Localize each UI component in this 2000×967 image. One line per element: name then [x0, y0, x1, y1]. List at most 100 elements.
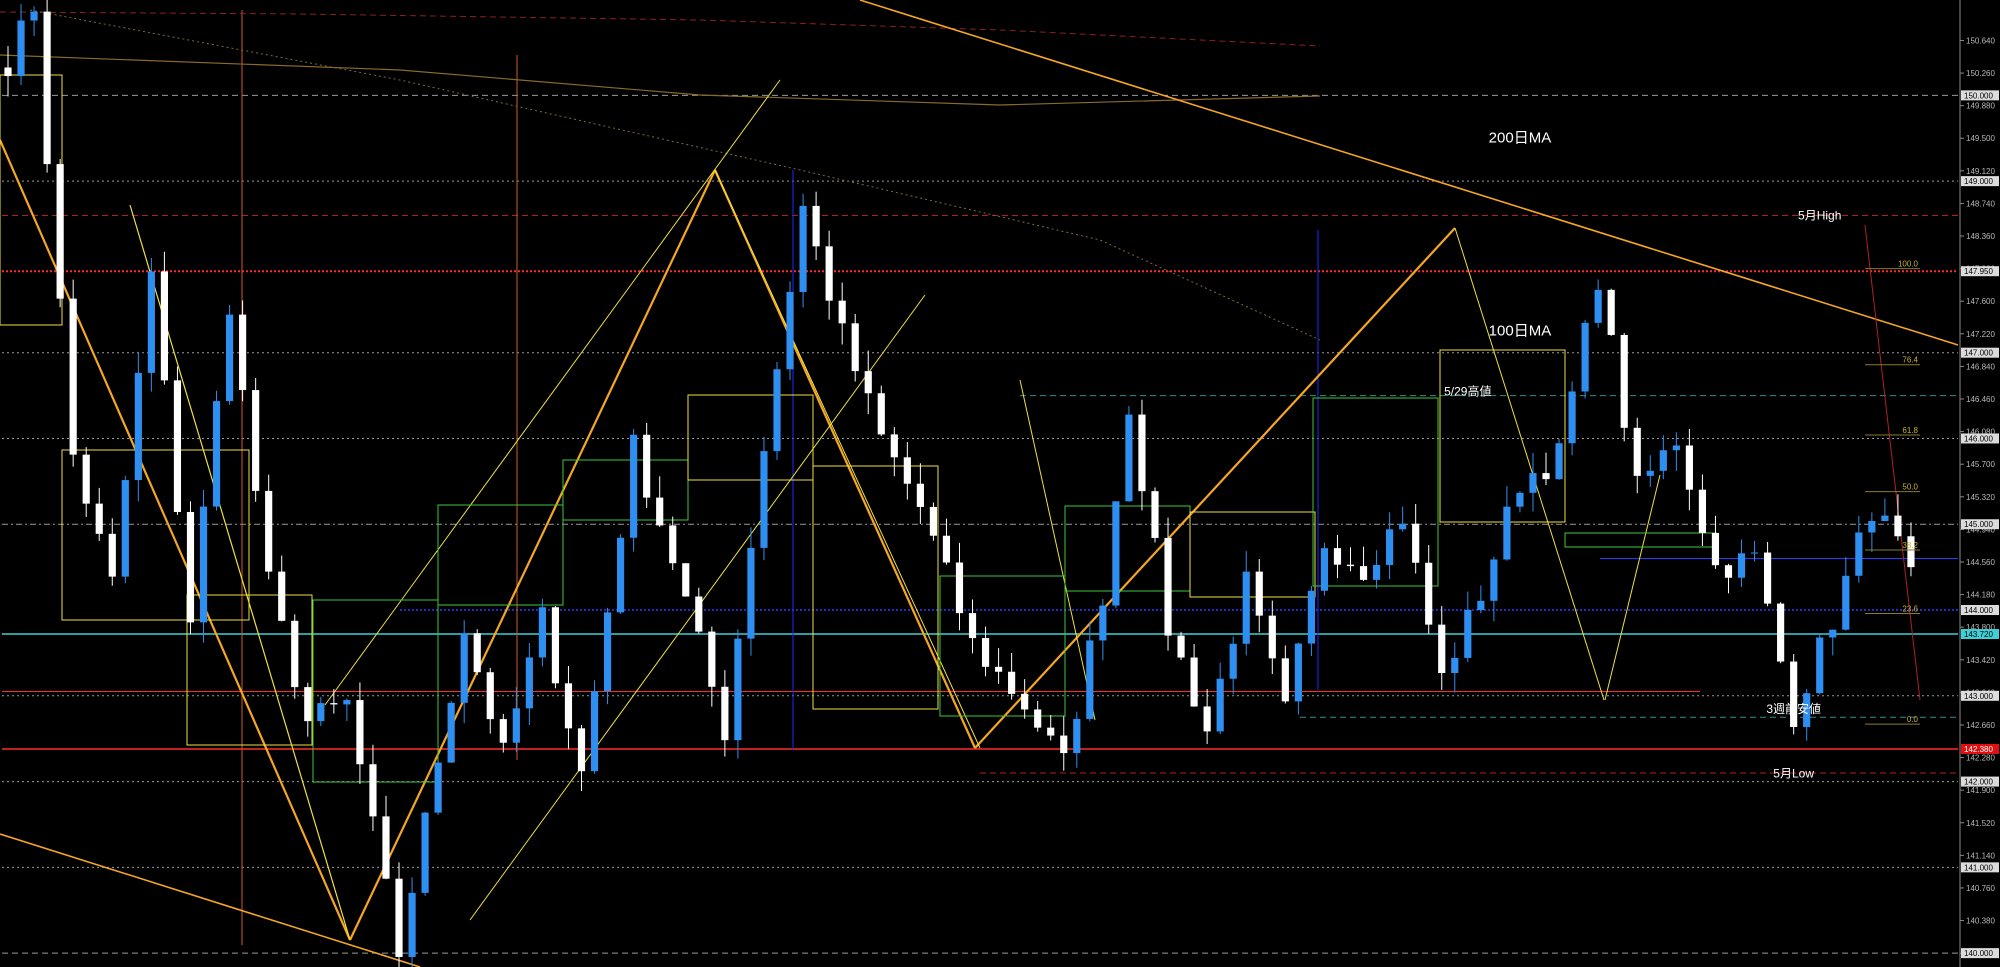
candle-body-94 — [1229, 643, 1237, 679]
candle-body-43 — [564, 683, 573, 729]
candle-body-140 — [1829, 629, 1837, 638]
candle-body-90 — [1177, 635, 1185, 658]
axis-tick-label-22: 142.280 — [1966, 754, 1995, 763]
level-tag-label-7: 143.720 — [1964, 630, 1993, 639]
candle-body-46 — [603, 612, 612, 692]
candle-body-4 — [56, 164, 64, 299]
candle-body-56 — [734, 638, 742, 741]
candle-body-69 — [903, 457, 911, 484]
candle-body-141 — [1842, 575, 1850, 630]
candle-body-41 — [538, 607, 546, 658]
candle-body-87 — [1138, 414, 1146, 492]
candle-body-50 — [656, 497, 664, 526]
candle-body-124 — [1620, 334, 1628, 428]
candle-body-32 — [421, 812, 429, 893]
candle-body-86 — [1125, 414, 1133, 502]
candle-body-97 — [1268, 615, 1276, 659]
level-tag-label-0: 150.000 — [1964, 91, 1993, 100]
candle-body-132 — [1724, 565, 1733, 578]
candle-body-19 — [252, 390, 260, 491]
candle-body-111 — [1451, 657, 1459, 674]
chart-background — [0, 0, 2000, 967]
candle-body-101 — [1320, 548, 1329, 591]
level-tag-label-9: 142.380 — [1964, 745, 1993, 754]
axis-tick-label-24: 141.520 — [1966, 819, 1995, 828]
fib-label-4: 38.2 — [1902, 541, 1918, 550]
candle-body-23 — [304, 687, 312, 722]
annotation-4: 3週前安値 — [1766, 701, 1821, 716]
candle-body-89 — [1164, 537, 1172, 636]
candle-body-49 — [643, 434, 651, 498]
candle-body-122 — [1594, 289, 1602, 323]
candle-body-116 — [1516, 492, 1524, 507]
axis-tick-label-2: 149.880 — [1966, 102, 1995, 111]
annotation-3: 5/29高値 — [1444, 384, 1491, 399]
level-tag-label-5: 145.000 — [1964, 520, 1993, 529]
candle-body-7 — [95, 503, 103, 534]
candle-body-142 — [1855, 532, 1863, 576]
candle-body-106 — [1386, 529, 1394, 565]
candle-body-127 — [1659, 450, 1667, 471]
candle-body-65 — [851, 323, 859, 372]
candle-body-110 — [1438, 624, 1446, 674]
axis-tick-label-21: 142.660 — [1966, 721, 1995, 730]
level-tag-label-11: 141.000 — [1964, 863, 1993, 872]
candle-body-60 — [786, 291, 794, 370]
annotation-1: 5月High — [1798, 209, 1841, 223]
candle-body-109 — [1425, 562, 1433, 625]
level-tag-label-4: 146.000 — [1964, 434, 1993, 443]
candle-body-68 — [890, 434, 898, 458]
candle-body-115 — [1503, 506, 1511, 560]
candle-body-53 — [695, 596, 703, 632]
candle-body-47 — [617, 537, 625, 613]
candle-body-82 — [1073, 718, 1081, 754]
axis-tick-label-3: 149.500 — [1966, 134, 1995, 143]
axis-tick-label-11: 146.460 — [1966, 395, 1995, 404]
level-tag-label-3: 147.000 — [1964, 349, 1993, 358]
candle-body-95 — [1242, 571, 1250, 644]
candle-body-104 — [1359, 566, 1368, 580]
candle-body-5 — [69, 298, 77, 455]
candle-body-72 — [942, 535, 951, 563]
candle-body-133 — [1737, 553, 1746, 578]
candle-body-1 — [17, 20, 25, 77]
candle-body-78 — [1021, 693, 1029, 710]
candle-body-17 — [225, 314, 234, 402]
candle-body-30 — [395, 878, 403, 957]
candle-body-108 — [1412, 523, 1420, 563]
candle-body-123 — [1607, 289, 1615, 335]
candle-body-22 — [291, 620, 299, 688]
candle-body-80 — [1047, 727, 1055, 736]
fib-label-0: 100.0 — [1898, 260, 1919, 269]
price-axis[interactable]: 150.640 150.260 149.880 149.500 149.120 148.7… — [1959, 0, 2000, 967]
axis-tick-label-25: 141.140 — [1966, 851, 1995, 860]
candle-body-71 — [929, 506, 937, 536]
candle-body-15 — [199, 506, 208, 623]
candle-body-77 — [1008, 671, 1016, 694]
axis-tick-label-4: 149.120 — [1966, 167, 1995, 176]
price-chart[interactable]: 200日MA5月High100日MA5/29高値3週前安値5月Low2024 安… — [0, 0, 2000, 967]
candle-body-39 — [512, 708, 520, 743]
candle-body-83 — [1086, 640, 1094, 719]
candle-body-139 — [1816, 637, 1824, 694]
candle-body-34 — [447, 702, 455, 763]
axis-tick-label-0: 150.640 — [1966, 36, 1995, 45]
candle-body-107 — [1399, 523, 1407, 530]
candle-body-10 — [134, 372, 142, 481]
candle-body-24 — [317, 703, 325, 722]
fib-label-3: 50.0 — [1902, 483, 1918, 492]
level-tag-label-2: 147.950 — [1964, 267, 1993, 276]
candle-body-45 — [590, 691, 599, 772]
candle-body-61 — [799, 205, 807, 292]
candle-body-119 — [1555, 443, 1563, 480]
fib-label-6: 0.0 — [1907, 715, 1919, 724]
candle-body-74 — [968, 613, 977, 639]
candle-body-0 — [4, 67, 12, 77]
candle-body-36 — [473, 633, 481, 673]
candle-body-21 — [278, 571, 286, 621]
candle-body-55 — [721, 686, 729, 741]
candle-body-44 — [577, 728, 586, 772]
axis-tick-label-13: 145.700 — [1966, 460, 1995, 469]
candle-body-73 — [955, 562, 964, 614]
annotation-2: 100日MA — [1489, 323, 1552, 340]
